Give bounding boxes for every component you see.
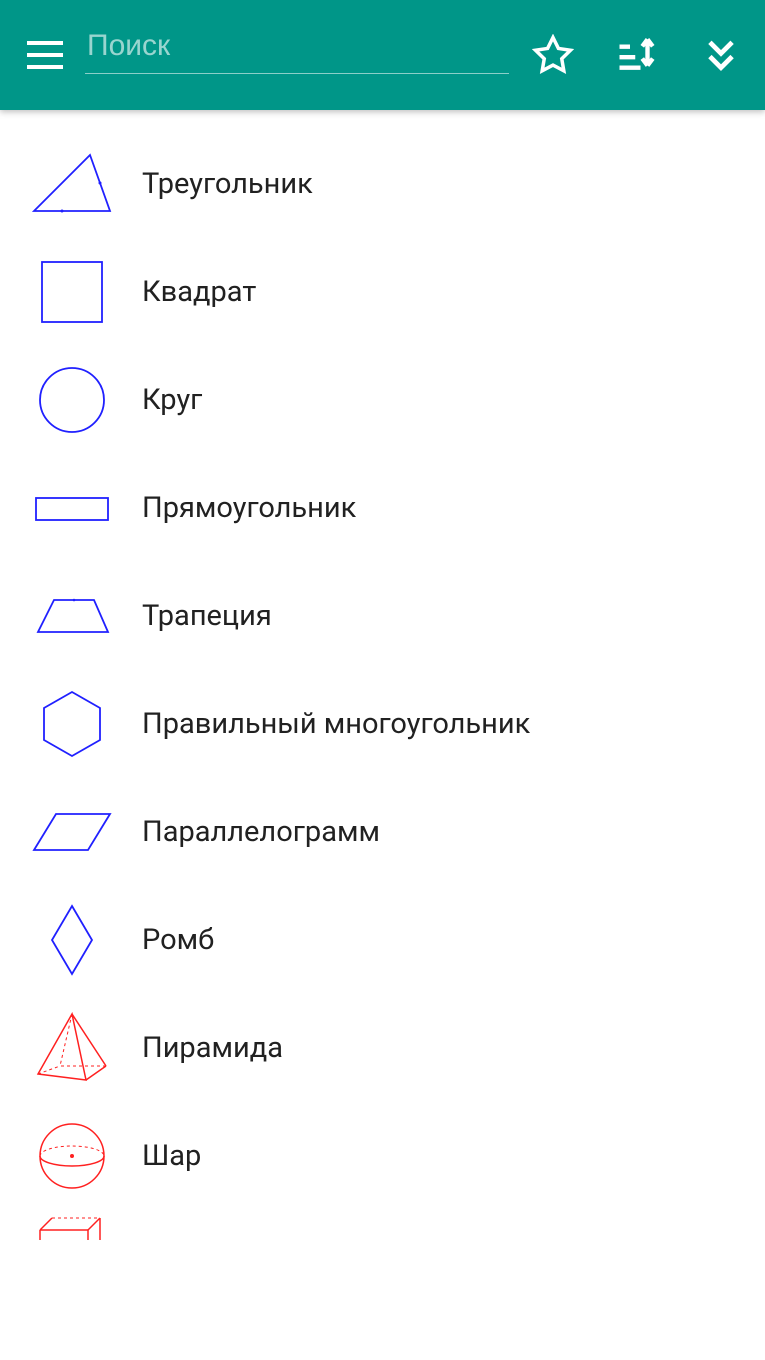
sort-icon	[616, 34, 658, 76]
list-item-polygon[interactable]: Правильный многоугольник	[0, 670, 765, 778]
trapezoid-icon	[32, 576, 112, 656]
list-item-rectangle[interactable]: Прямоугольник	[0, 454, 765, 562]
item-label: Правильный многоугольник	[142, 707, 530, 741]
list-item-trapezoid[interactable]: Трапеция	[0, 562, 765, 670]
circle-icon	[32, 360, 112, 440]
list-item-parallelogram[interactable]: Параллелограмм	[0, 778, 765, 886]
rhombus-icon	[32, 900, 112, 980]
list-item-circle[interactable]: Круг	[0, 346, 765, 454]
item-label: Квадрат	[142, 275, 256, 309]
rectangle-icon	[32, 468, 112, 548]
expand-button[interactable]	[697, 31, 745, 79]
shapes-list: Треугольник Квадрат Круг Прямоугольник	[0, 110, 765, 1240]
search-input[interactable]	[85, 25, 509, 74]
item-label: Треугольник	[142, 167, 313, 201]
hexagon-icon	[32, 684, 112, 764]
search-container	[85, 25, 509, 74]
item-label: Прямоугольник	[142, 491, 356, 525]
list-item-triangle[interactable]: Треугольник	[0, 130, 765, 238]
chevron-double-down-icon	[702, 36, 740, 74]
item-label: Параллелограмм	[142, 815, 380, 849]
star-outline-icon	[532, 34, 574, 76]
parallelogram-icon	[32, 792, 112, 872]
menu-button[interactable]	[20, 30, 70, 80]
cuboid-icon	[32, 1210, 112, 1240]
pyramid-icon	[32, 1008, 112, 1088]
list-item-cuboid[interactable]	[0, 1210, 765, 1240]
sphere-icon	[32, 1116, 112, 1196]
sort-button[interactable]	[613, 31, 661, 79]
favorites-button[interactable]	[529, 31, 577, 79]
list-item-square[interactable]: Квадрат	[0, 238, 765, 346]
item-label: Круг	[142, 383, 202, 417]
list-item-rhombus[interactable]: Ромб	[0, 886, 765, 994]
item-label: Ромб	[142, 923, 214, 957]
item-label: Трапеция	[142, 599, 272, 633]
appbar-actions	[529, 31, 745, 79]
list-item-pyramid[interactable]: Пирамида	[0, 994, 765, 1102]
item-label: Пирамида	[142, 1031, 283, 1065]
triangle-icon	[32, 144, 112, 224]
menu-icon	[27, 41, 63, 69]
list-item-sphere[interactable]: Шар	[0, 1102, 765, 1210]
app-bar	[0, 0, 765, 110]
square-icon	[32, 252, 112, 332]
item-label: Шар	[142, 1139, 201, 1173]
